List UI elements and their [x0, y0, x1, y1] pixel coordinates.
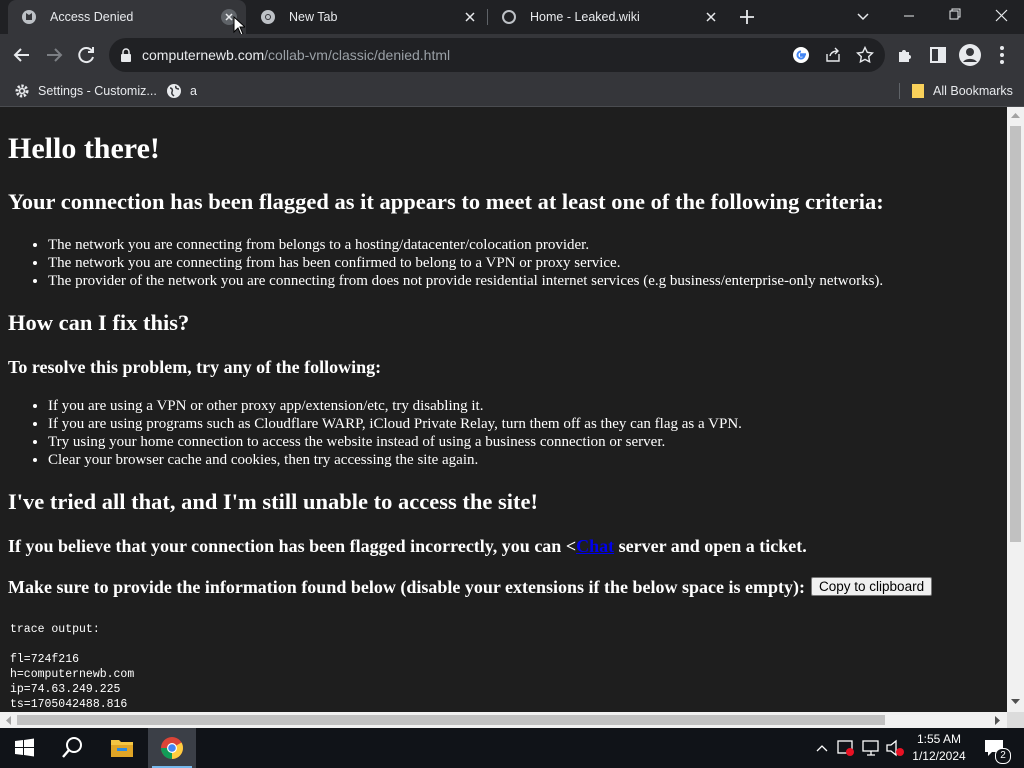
- incorrect-flag-prefix: If you believe that your connection has …: [8, 536, 577, 556]
- chat-link[interactable]: Chat: [576, 536, 614, 556]
- lock-icon[interactable]: [120, 48, 132, 62]
- fix-item: Try using your home connection to access…: [48, 433, 742, 451]
- provide-info-label: Make sure to provide the information fou…: [8, 577, 806, 597]
- resolve-heading: To resolve this problem, try any of the …: [8, 357, 382, 377]
- address-bar[interactable]: computernewb.com/collab-vm/classic/denie…: [109, 38, 885, 72]
- globe-icon: [167, 84, 181, 98]
- close-tab-icon[interactable]: [461, 8, 479, 26]
- criteria-item: The provider of the network you are conn…: [48, 272, 883, 290]
- bookmark-a[interactable]: a: [166, 82, 197, 100]
- minimize-icon[interactable]: [886, 0, 932, 32]
- defender-alert-icon[interactable]: [835, 728, 857, 768]
- browser-toolbar: computernewb.com/collab-vm/classic/denie…: [0, 34, 1024, 76]
- url-path: /collab-vm/classic/denied.html: [264, 47, 451, 63]
- google-lens-icon[interactable]: [792, 46, 810, 64]
- criteria-list: The network you are connecting from belo…: [8, 236, 883, 290]
- criteria-item: The network you are connecting from has …: [48, 254, 883, 272]
- trace-output: trace output: fl=724f216 h=computernewb.…: [10, 623, 135, 711]
- tab-title: Access Denied: [50, 10, 134, 24]
- search-icon[interactable]: [48, 728, 96, 768]
- tab-title: New Tab: [289, 10, 338, 24]
- show-hidden-icons-chevron-up-icon[interactable]: [812, 728, 832, 768]
- fix-item: Clear your browser cache and cookies, th…: [48, 451, 742, 469]
- tab-strip: Access Denied New Tab Home - Leaked.wiki: [0, 0, 1024, 36]
- bookmarks-separator: [899, 83, 900, 99]
- scrollbar-corner: [1007, 712, 1024, 728]
- page-title: Hello there!: [8, 132, 160, 165]
- tab-search-chevron-down-icon[interactable]: [855, 8, 871, 24]
- clock-date: 1/12/2024: [912, 749, 966, 763]
- horizontal-scrollbar[interactable]: [0, 712, 1007, 728]
- provide-info-text: Make sure to provide the information fou…: [8, 577, 933, 598]
- new-tab-plus-icon[interactable]: [738, 8, 756, 26]
- still-unable-heading: I've tried all that, and I'm still unabl…: [8, 489, 538, 514]
- share-icon[interactable]: [824, 46, 842, 64]
- bookmark-label: a: [190, 84, 197, 98]
- chrome-icon: [261, 10, 275, 24]
- page-favicon-icon: [22, 10, 36, 24]
- bookmarks-bar: Settings - Customiz... a All Bookmarks: [0, 76, 1024, 107]
- copy-to-clipboard-button[interactable]: Copy to clipboard: [811, 577, 933, 596]
- scroll-right-arrow-icon[interactable]: [995, 716, 1001, 725]
- back-arrow-icon[interactable]: [7, 40, 37, 70]
- scroll-down-arrow-icon[interactable]: [1011, 699, 1020, 705]
- criteria-item: The network you are connecting from belo…: [48, 236, 883, 254]
- forward-arrow-icon[interactable]: [39, 40, 69, 70]
- notification-count-badge: 2: [995, 748, 1011, 764]
- flagged-heading: Your connection has been flagged as it a…: [8, 189, 884, 214]
- scroll-left-arrow-icon[interactable]: [5, 716, 11, 725]
- fixes-list: If you are using a VPN or other proxy ap…: [8, 397, 742, 469]
- tab-leaked-wiki[interactable]: Home - Leaked.wiki: [488, 0, 728, 34]
- file-explorer-icon[interactable]: [98, 728, 146, 768]
- chrome-icon: [161, 737, 183, 759]
- fix-item: If you are using programs such as Cloudf…: [48, 415, 742, 433]
- gear-icon: [15, 84, 29, 98]
- tab-access-denied[interactable]: Access Denied: [8, 0, 246, 34]
- windows-start-icon[interactable]: [0, 728, 48, 768]
- all-bookmarks-button[interactable]: All Bookmarks: [911, 82, 1013, 100]
- profile-avatar-icon[interactable]: [955, 40, 985, 70]
- close-window-icon[interactable]: [978, 0, 1024, 32]
- side-panel-icon[interactable]: [923, 40, 953, 70]
- volume-muted-icon[interactable]: [884, 728, 906, 768]
- incorrect-flag-suffix: server and open a ticket.: [614, 536, 807, 556]
- scroll-up-arrow-icon[interactable]: [1011, 112, 1020, 118]
- bookmark-label: Settings - Customiz...: [38, 84, 157, 98]
- extensions-puzzle-icon[interactable]: [891, 40, 921, 70]
- action-center-button[interactable]: 2: [976, 728, 1024, 768]
- leaked-wiki-favicon-icon: [502, 10, 516, 24]
- close-tab-icon[interactable]: [702, 8, 720, 26]
- restore-icon[interactable]: [932, 0, 978, 32]
- system-clock[interactable]: 1:55 AM 1/12/2024: [906, 731, 972, 765]
- folder-icon: [912, 84, 924, 98]
- reload-icon[interactable]: [71, 40, 101, 70]
- tab-new-tab[interactable]: New Tab: [247, 0, 487, 34]
- tab-title: Home - Leaked.wiki: [530, 10, 640, 24]
- chrome-taskbar-button[interactable]: [148, 728, 196, 768]
- incorrect-flag-text: If you believe that your connection has …: [8, 536, 807, 557]
- fix-heading: How can I fix this?: [8, 310, 190, 335]
- vertical-scrollbar[interactable]: [1007, 107, 1024, 712]
- bookmark-star-icon[interactable]: [856, 46, 874, 64]
- fix-item: If you are using a VPN or other proxy ap…: [48, 397, 742, 415]
- url-text[interactable]: computernewb.com/collab-vm/classic/denie…: [142, 47, 450, 63]
- clock-time: 1:55 AM: [916, 732, 962, 746]
- horizontal-scroll-thumb[interactable]: [17, 715, 885, 725]
- windows-taskbar: 1:55 AM 1/12/2024 2: [0, 728, 1024, 768]
- page-content: Hello there! Your connection has been fl…: [0, 107, 1007, 712]
- vertical-scroll-thumb[interactable]: [1010, 126, 1021, 542]
- url-host: computernewb.com: [142, 47, 265, 63]
- kebab-menu-icon[interactable]: [987, 40, 1017, 70]
- bookmark-settings[interactable]: Settings - Customiz...: [14, 82, 157, 100]
- mouse-cursor-icon: [233, 16, 245, 36]
- all-bookmarks-label: All Bookmarks: [933, 84, 1013, 98]
- network-icon[interactable]: [860, 728, 882, 768]
